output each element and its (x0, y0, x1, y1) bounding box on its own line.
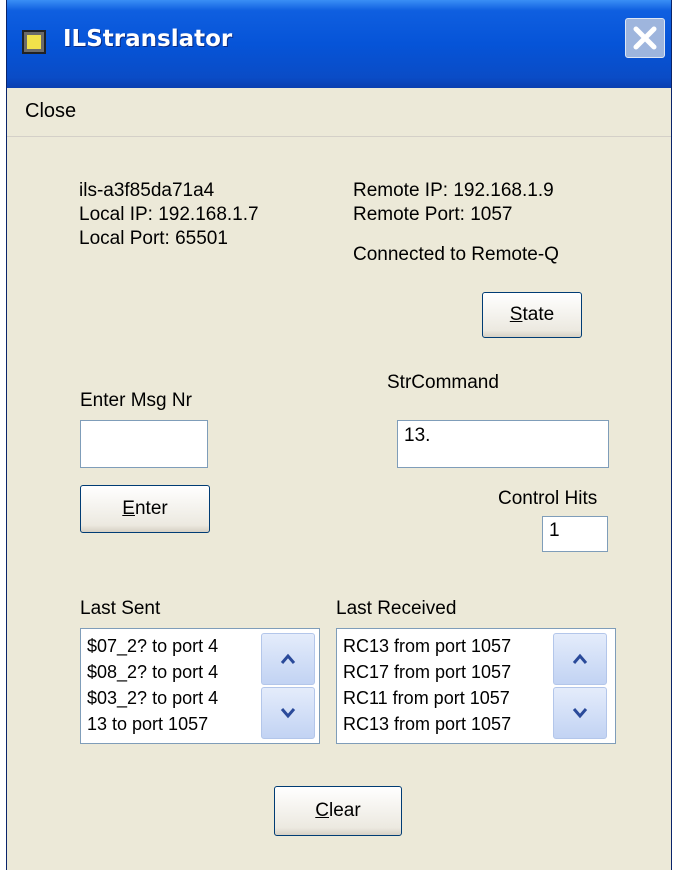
list-item[interactable]: RC17 from port 1057 (343, 659, 511, 685)
close-icon (633, 26, 657, 50)
chevron-down-icon (572, 708, 588, 719)
list-item[interactable]: $08_2? to port 4 (87, 659, 218, 685)
window-close-button[interactable] (625, 18, 665, 58)
connection-status: Connected to Remote-Q (353, 244, 559, 265)
clear-button-label: lear (329, 800, 361, 821)
list-item[interactable]: $03_2? to port 4 (87, 685, 218, 711)
last-received-scroll-up-button[interactable] (553, 633, 607, 685)
clear-button[interactable]: Clear (274, 786, 402, 836)
control-hits-label: Control Hits (498, 488, 598, 509)
strcommand-label: StrCommand (387, 372, 499, 393)
window-title: ILStranslator (63, 26, 233, 52)
list-item[interactable]: RC11 from port 1057 (343, 685, 510, 711)
chevron-down-icon (280, 708, 296, 719)
app-window-icon (22, 30, 46, 54)
local-port-label: Local Port: 65501 (79, 228, 228, 249)
strcommand-input[interactable]: 13. (397, 420, 609, 468)
state-button-label: tate (522, 304, 555, 325)
local-ip-label: Local IP: 192.168.1.7 (79, 204, 259, 225)
last-sent-scroll-up-button[interactable] (261, 633, 315, 685)
list-item[interactable]: RC13 from port 1057 (343, 633, 511, 659)
msg-nr-input[interactable] (80, 420, 208, 468)
list-item[interactable]: 13 to port 1057 (87, 711, 208, 737)
msg-nr-label: Enter Msg Nr (80, 390, 192, 411)
remote-port-label: Remote Port: 1057 (353, 204, 513, 225)
last-received-list[interactable]: RC13 from port 1057 RC17 from port 1057 … (336, 628, 616, 744)
remote-ip-label: Remote IP: 192.168.1.9 (353, 180, 554, 201)
last-sent-label: Last Sent (80, 598, 161, 619)
hostname-label: ils-a3f85da71a4 (79, 180, 215, 201)
last-sent-list[interactable]: $07_2? to port 4 $08_2? to port 4 $03_2?… (80, 628, 320, 744)
list-item[interactable]: RC13 from port 1057 (343, 711, 511, 737)
last-sent-scroll-down-button[interactable] (261, 687, 315, 739)
clear-button-mnemonic: C (315, 800, 330, 821)
app-window: ILStranslator Close ils-a3f85da71a4 Loca… (6, 0, 672, 870)
enter-button-label: nter (134, 498, 168, 519)
list-item[interactable]: $07_2? to port 4 (87, 633, 218, 659)
last-received-label: Last Received (336, 598, 457, 619)
enter-button[interactable]: Enter (80, 485, 210, 533)
enter-button-mnemonic: E (122, 498, 135, 519)
state-button-mnemonic: S (509, 304, 523, 325)
menu-item-close[interactable]: Close (25, 100, 76, 123)
menu-bar: Close (7, 88, 671, 137)
control-hits-input[interactable]: 1 (542, 516, 608, 552)
last-received-scroll-down-button[interactable] (553, 687, 607, 739)
chevron-up-icon (280, 653, 296, 664)
state-button[interactable]: State (482, 292, 582, 338)
title-bar[interactable]: ILStranslator (7, 0, 671, 88)
chevron-up-icon (572, 653, 588, 664)
